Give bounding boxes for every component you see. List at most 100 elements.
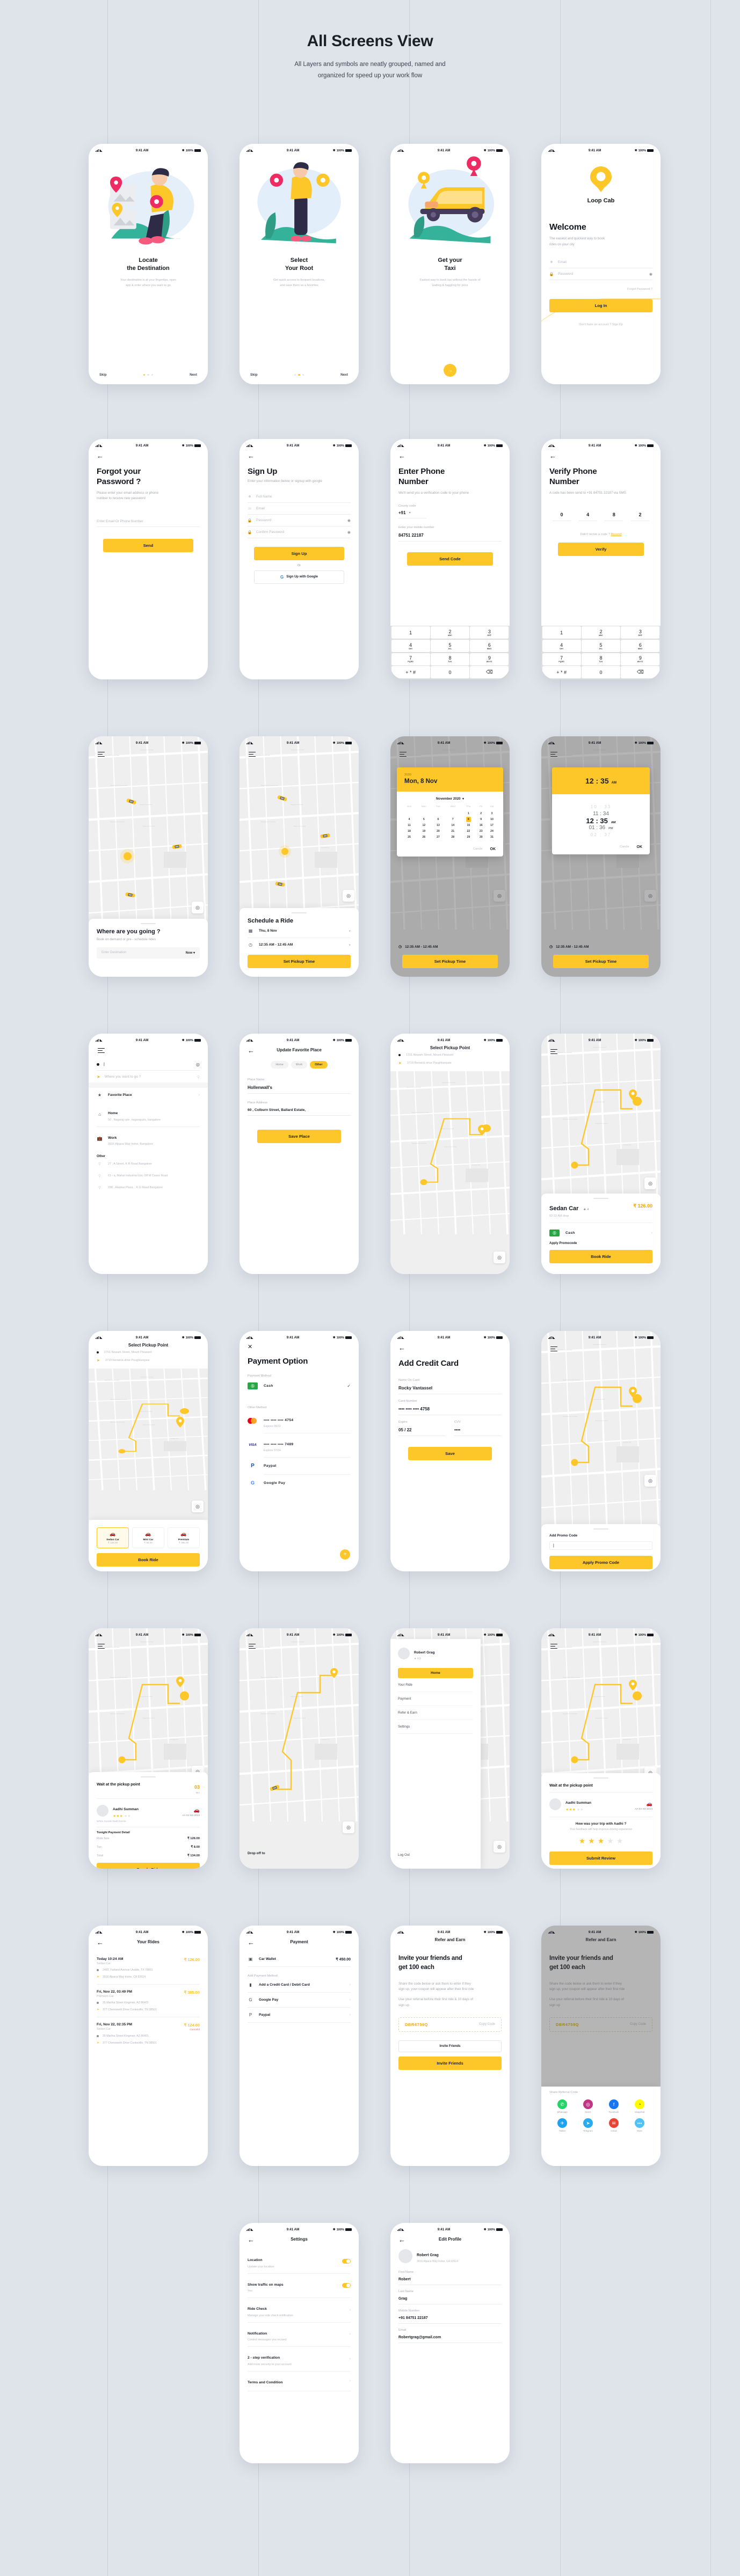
screen-content[interactable]: Nagarabhavi 1st Cross Road Tataguni Main… — [240, 736, 359, 977]
sheet-handle[interactable] — [292, 912, 307, 913]
calendar-day[interactable]: 12 — [416, 822, 431, 828]
social-share-item[interactable]: ••• More — [627, 2118, 652, 2132]
screen-content[interactable]: Nagarabhavi 1st Cross Road Tataguni Main… — [541, 1628, 661, 1869]
screen-content[interactable]: ◣ 9:41 AM ✸ 100% ← Verify Phone Number A … — [541, 439, 661, 679]
skip-button[interactable]: Skip — [250, 373, 258, 377]
close-icon[interactable]: ✕ — [248, 1343, 351, 1350]
screen-forgot-password[interactable]: ◣ 9:41 AM ✸ 100% ← Forgot your Password ?… — [89, 439, 208, 679]
screen-content[interactable]: ◣ 9:41 AM ✸ 100% ← Sign Up Enter your in… — [240, 439, 359, 679]
calendar-day[interactable]: 25 — [402, 834, 416, 840]
keypad-key[interactable]: 5 JKL — [431, 640, 469, 653]
ride-history-row[interactable]: Fri, Nov 22, 03:49 PM Premium Car ₹ 385.… — [97, 1985, 200, 2017]
settings-row[interactable]: 2 - step verification Add more security … — [248, 2347, 351, 2371]
email-field[interactable]: ☻ Email — [549, 257, 652, 268]
keypad-key[interactable]: 1 — [542, 626, 581, 639]
send-code-button[interactable]: Send Code — [407, 552, 493, 566]
screen-schedule-ride[interactable]: Nagarabhavi 1st Cross Road Tataguni Main… — [240, 736, 359, 977]
recenter-button[interactable]: ◎ — [343, 890, 354, 902]
menu-icon[interactable] — [98, 1048, 105, 1053]
keypad-key[interactable]: 2 ABC — [582, 626, 620, 639]
keypad-key[interactable]: 9 WXYZ — [470, 653, 509, 665]
googlepay-row[interactable]: G Google Pay — [248, 1475, 351, 1491]
map-canvas[interactable]: Nagarabhavi 1st Cross Road Tataguni Main… — [89, 1368, 208, 1520]
menu-user[interactable]: Robert Grag ★ 4.9 — [398, 1646, 473, 1660]
work-place-row[interactable]: 💼 Work 3916 Alpaca Way Irvine, Bangalore — [97, 1127, 200, 1151]
settings-row[interactable]: Terms and Condition › — [248, 2372, 351, 2391]
signup-field[interactable]: ☻ Full Name — [248, 491, 351, 503]
screen-content[interactable]: ◣ 9:41 AM ✸ 100% ← Update Favorite Place … — [240, 1034, 359, 1274]
map-canvas[interactable]: Nagarabhavi 1st Cross Road Tataguni Main… — [390, 1071, 510, 1274]
email-phone-field[interactable]: Enter Email Or Phone Number — [97, 516, 200, 528]
calendar-day[interactable]: 30 — [476, 834, 486, 840]
screen-onboarding-taxi[interactable]: ◣ 9:41 AM ✸ 100% Get your Taxi Fastest wa… — [390, 144, 510, 384]
sheet-handle[interactable] — [141, 923, 156, 924]
next-button[interactable]: Next — [340, 373, 348, 377]
screen-content[interactable]: ◣ 9:41 AM ✸ 100% Select Pickup Point 170… — [390, 1034, 510, 1274]
recenter-button[interactable]: ◎ — [644, 1177, 656, 1189]
calendar-day[interactable]: 13 — [432, 822, 445, 828]
social-share-item[interactable]: ✆ Whatsapp — [549, 2099, 575, 2113]
month-select[interactable]: November 2020 ▾ — [402, 797, 498, 801]
time-wheel-row[interactable]: 01 : 36 PM — [552, 825, 650, 831]
calendar-day[interactable]: 18 — [402, 828, 416, 834]
skip-button[interactable]: Skip — [99, 373, 107, 377]
signup-field[interactable]: 🔒 Confirm Password ◉ — [248, 526, 351, 538]
menu-item[interactable]: Refer & Earn — [398, 1706, 473, 1720]
recenter-icon[interactable]: ◎ — [196, 1062, 200, 1067]
save-card-button[interactable]: Save — [408, 1446, 492, 1460]
screen-content[interactable]: ◣ 9:41 AM ✸ 100% ← Add Credit Card Name … — [390, 1331, 510, 1571]
eye-icon[interactable]: ◉ — [347, 518, 351, 523]
social-share-item[interactable]: ◎ Direct — [575, 2099, 601, 2113]
screen-refer-earn[interactable]: ◣ 9:41 AM ✸ 100% Refer and Earn Invite y… — [390, 1926, 510, 2166]
ride-history-row[interactable]: Fri, Nov 22, 02:35 PM Sedan Car ₹ 124.00… — [97, 2017, 200, 2050]
screen-onboarding-locate[interactable]: ◣ 9:41 AM ✸ 100% Locate the Destination Y… — [89, 144, 208, 384]
screen-signup[interactable]: ◣ 9:41 AM ✸ 100% ← Sign Up Enter your in… — [240, 439, 359, 679]
calendar-day[interactable]: 22 — [461, 828, 476, 834]
calendar-day[interactable]: 1 — [461, 810, 476, 816]
screen-car-select[interactable]: Nagarabhavi 1st Cross Road Tataguni Main… — [541, 1034, 661, 1274]
screen-content[interactable]: ◣ 9:41 AM ✸ 100% Refer and Earn Invite y… — [541, 1926, 661, 2166]
menu-icon[interactable] — [550, 1049, 557, 1055]
card-row[interactable]: VISA •••• •••• •••• 7489 Expires 07/24 — [248, 1433, 351, 1457]
profile-field-input[interactable]: Robertgrag@gmail.com — [398, 2332, 502, 2343]
invite-friends-button-ghost[interactable]: Invite Friends — [398, 2040, 502, 2052]
calendar-day[interactable]: 21 — [445, 828, 461, 834]
book-ride-button[interactable]: Book Ride — [549, 1250, 652, 1263]
car-type-list[interactable]: 🚗 Sedan Car ₹ 126.00 🚗 Mini Car ₹ 98.00 … — [97, 1527, 200, 1548]
settings-toggle[interactable] — [342, 2283, 351, 2288]
sheet-handle[interactable] — [593, 1777, 608, 1779]
screen-rate-driver[interactable]: Nagarabhavi 1st Cross Road Tataguni Main… — [541, 1628, 661, 1869]
screen-content[interactable]: ◣ 9:41 AM ✸ 100% Locate the Destination Y… — [89, 144, 208, 384]
favorite-place-row[interactable]: ★ Favorite Place › — [97, 1088, 200, 1102]
pickup-row[interactable]: 1701 Newark Street, Mount Pleasant — [398, 1050, 502, 1060]
payment-row[interactable]: Ⓢ Cash › — [549, 1228, 652, 1238]
screen-onboarding-route[interactable]: ◣ 9:41 AM ✸ 100% Select Your Root Get qui… — [240, 144, 359, 384]
menu-home-button[interactable]: Home — [398, 1668, 473, 1678]
paypal-row[interactable]: P Paypal — [248, 1458, 351, 1474]
calendar-day[interactable]: 11 — [402, 822, 416, 828]
back-icon[interactable]: ← — [549, 452, 652, 459]
keypad-key[interactable]: 1 — [391, 626, 430, 639]
keypad-key[interactable]: 0 — [431, 666, 469, 679]
screen-content[interactable]: Nagarabhavi 1st Cross Road Tataguni Main… — [541, 736, 661, 977]
calendar-day[interactable]: 3 — [486, 810, 498, 816]
settings-row[interactable]: Show traffic on maps Yes — [248, 2274, 351, 2298]
screen-payment-list[interactable]: ◣ 9:41 AM ✸ 100% ← Payment ▣ Car Wallet ₹… — [240, 1926, 359, 2166]
calendar-day[interactable]: 28 — [445, 834, 461, 840]
keypad-key[interactable]: 3 DEF — [621, 626, 660, 639]
copy-code-button[interactable]: Copy Code — [479, 2023, 495, 2026]
payment-method-row[interactable]: ▮ Add a Credit Card / Debit Card › — [248, 1978, 351, 1992]
destination-search[interactable]: Enter Destination Now ▾ — [97, 947, 200, 958]
settings-row[interactable]: Ride Check Manage your ride check notifi… — [248, 2298, 351, 2322]
set-pickup-time-button[interactable]: Set Pickup Time — [402, 955, 498, 968]
place-type-tab[interactable]: Other — [310, 1061, 328, 1069]
card-row[interactable]: •••• •••• •••• 4754 Expires 05/22 — [248, 1409, 351, 1433]
social-share-item[interactable]: ✈ Twitter — [549, 2118, 575, 2132]
keypad-key[interactable]: + * # — [391, 666, 430, 679]
screen-home-map[interactable]: Nagarabhavi 1st Cross Road Tataguni Main… — [89, 736, 208, 977]
time-wheel-row[interactable]: 12 : 35 AM — [552, 817, 650, 825]
add-card-fab[interactable]: + — [340, 1549, 350, 1560]
place-name-input[interactable]: Hollenwall's — [248, 1081, 351, 1094]
menu-icon[interactable] — [98, 752, 105, 757]
password-field[interactable]: 🔒 Password ◉ — [549, 268, 652, 280]
